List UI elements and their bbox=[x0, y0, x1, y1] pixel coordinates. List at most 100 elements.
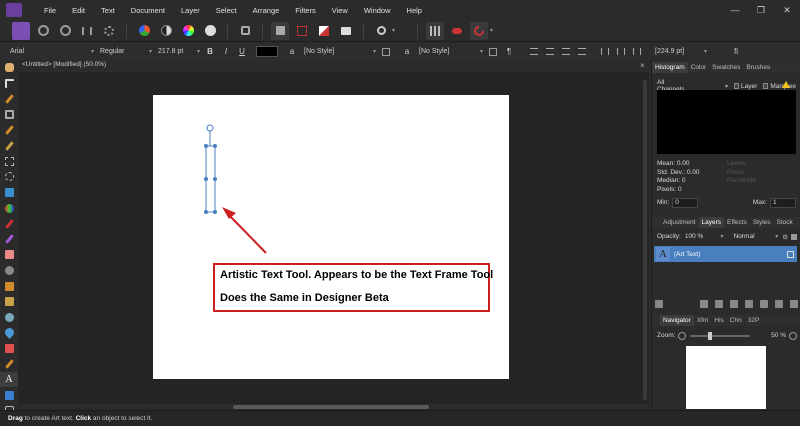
snapping-grid-button[interactable] bbox=[426, 21, 445, 40]
snapping-toggle-button[interactable] bbox=[448, 22, 466, 40]
flood-fill-tool[interactable] bbox=[0, 185, 18, 201]
tab-adjustment[interactable]: Adjustment bbox=[660, 219, 699, 226]
tab-layers[interactable]: Layers bbox=[698, 217, 725, 228]
paragraph-panel-button[interactable]: ¶ bbox=[502, 45, 516, 58]
clear-char-style-button[interactable] bbox=[379, 45, 393, 58]
clear-para-style-button[interactable] bbox=[486, 45, 500, 58]
develop-persona-button[interactable] bbox=[56, 22, 74, 40]
adjustment-icon[interactable] bbox=[715, 300, 724, 308]
blemish-removal-tool[interactable] bbox=[0, 294, 18, 310]
close-document-icon[interactable]: × bbox=[640, 61, 645, 70]
tab-32p[interactable]: 32P bbox=[745, 317, 763, 324]
italic-button[interactable]: I bbox=[219, 45, 233, 58]
warning-icon[interactable] bbox=[782, 81, 790, 88]
menu-edit[interactable]: Edit bbox=[64, 6, 93, 15]
menu-filters[interactable]: Filters bbox=[287, 6, 323, 15]
justify-button[interactable] bbox=[575, 45, 589, 58]
zoom-slider-knob[interactable] bbox=[708, 331, 713, 340]
tab-color[interactable]: Color bbox=[688, 64, 710, 71]
smudge-brush-tool[interactable] bbox=[0, 310, 18, 326]
color-picker-tool[interactable] bbox=[0, 91, 18, 107]
rectangle-tool[interactable] bbox=[0, 387, 18, 403]
tab-brushes[interactable]: Brushes bbox=[743, 64, 773, 71]
vertical-scrollbar[interactable] bbox=[643, 80, 647, 400]
auto-contrast-button[interactable] bbox=[157, 22, 175, 40]
navigator-preview[interactable] bbox=[686, 346, 766, 409]
font-family-select[interactable]: Arial ▾ bbox=[6, 45, 96, 58]
assistant-button[interactable] bbox=[236, 22, 254, 40]
menu-file[interactable]: File bbox=[36, 6, 64, 15]
liquify-persona-button[interactable] bbox=[34, 22, 52, 40]
tab-transform[interactable]: Xfm bbox=[694, 317, 712, 324]
horizontal-scrollbar[interactable] bbox=[233, 405, 429, 409]
align-left-button[interactable] bbox=[527, 45, 541, 58]
gradient-tool[interactable] bbox=[0, 200, 18, 216]
menu-text[interactable]: Text bbox=[93, 6, 123, 15]
sponge-brush-tool[interactable] bbox=[0, 341, 18, 357]
close-window-button[interactable]: ✕ bbox=[774, 0, 800, 20]
layers-menu-icon[interactable] bbox=[655, 300, 664, 308]
snapping-dropdown-caret[interactable]: ▾ bbox=[490, 27, 493, 34]
tab-navigator[interactable]: Navigator bbox=[660, 315, 694, 326]
vertical-align-middle-button[interactable] bbox=[614, 45, 628, 58]
selection-brush-button[interactable] bbox=[293, 22, 311, 40]
clone-brush-tool[interactable] bbox=[0, 278, 18, 294]
tab-channels[interactable]: Chn bbox=[727, 317, 745, 324]
layer-checkbox[interactable] bbox=[733, 83, 740, 89]
gear-icon[interactable]: ⚙ bbox=[782, 233, 788, 241]
min-input[interactable]: 0 bbox=[672, 197, 699, 208]
ligatures-button[interactable]: fi bbox=[729, 45, 743, 58]
zoom-out-icon[interactable] bbox=[678, 331, 687, 340]
photo-persona-button[interactable] bbox=[12, 21, 30, 40]
snapping-magnet-button[interactable] bbox=[470, 21, 489, 40]
tab-swatches[interactable]: Swatches bbox=[709, 64, 743, 71]
crop-tool[interactable] bbox=[0, 107, 18, 123]
mask-toggle-button[interactable] bbox=[315, 22, 333, 40]
auto-white-balance-button[interactable] bbox=[201, 22, 219, 40]
tab-histogram[interactable]: Histogram bbox=[652, 62, 688, 73]
menu-help[interactable]: Help bbox=[399, 6, 430, 15]
blend-mode-select[interactable]: Normal bbox=[734, 233, 776, 240]
menu-window[interactable]: Window bbox=[356, 6, 399, 15]
layer-visibility-checkbox[interactable] bbox=[787, 250, 794, 258]
selection-brush-tool[interactable] bbox=[0, 122, 18, 138]
refine-button[interactable] bbox=[337, 22, 355, 40]
vertical-align-bottom-button[interactable] bbox=[630, 45, 644, 58]
zoom-in-icon[interactable] bbox=[789, 331, 797, 340]
menu-layer[interactable]: Layer bbox=[173, 6, 208, 15]
marquee-checkbox[interactable] bbox=[763, 83, 769, 89]
max-input[interactable]: 1 bbox=[770, 197, 796, 208]
arrange-dropdown-caret[interactable]: ▾ bbox=[392, 27, 395, 34]
view-tool[interactable] bbox=[0, 60, 18, 76]
tab-stock[interactable]: Stock bbox=[774, 219, 796, 226]
flood-select-tool[interactable] bbox=[0, 138, 18, 154]
auto-levels-button[interactable] bbox=[135, 22, 153, 40]
dodge-brush-tool[interactable] bbox=[0, 263, 18, 279]
font-style-select[interactable]: Regular ▾ bbox=[96, 45, 154, 58]
export-persona-button[interactable] bbox=[100, 22, 118, 40]
tone-mapping-persona-button[interactable] bbox=[78, 22, 96, 40]
zoom-slider[interactable] bbox=[690, 331, 751, 340]
menu-view[interactable]: View bbox=[324, 6, 356, 15]
menu-arrange[interactable]: Arrange bbox=[245, 6, 288, 15]
align-center-button[interactable] bbox=[543, 45, 557, 58]
group-folder-icon[interactable] bbox=[759, 300, 768, 308]
vertical-align-button[interactable] bbox=[598, 45, 612, 58]
underline-button[interactable]: U bbox=[235, 45, 249, 58]
leading-field[interactable]: [224.9 pt] ▾ bbox=[651, 45, 709, 58]
color-replacement-tool[interactable] bbox=[0, 232, 18, 248]
auto-colors-button[interactable] bbox=[179, 22, 197, 40]
add-mask-icon[interactable] bbox=[700, 300, 709, 308]
marquee-tool[interactable] bbox=[0, 154, 18, 170]
tab-styles[interactable]: Styles bbox=[750, 219, 774, 226]
tab-history[interactable]: His bbox=[711, 317, 726, 324]
paragraph-style-select[interactable]: [No Style] ▾ bbox=[415, 45, 485, 58]
minimize-button[interactable]: — bbox=[722, 0, 748, 20]
fx-icon[interactable] bbox=[730, 300, 739, 308]
arrange-button[interactable] bbox=[372, 22, 390, 40]
move-tool[interactable] bbox=[0, 76, 18, 92]
delete-layer-icon[interactable] bbox=[789, 300, 798, 308]
tab-effects[interactable]: Effects bbox=[724, 219, 750, 226]
menu-document[interactable]: Document bbox=[123, 6, 173, 15]
paint-brush-tool[interactable] bbox=[0, 216, 18, 232]
